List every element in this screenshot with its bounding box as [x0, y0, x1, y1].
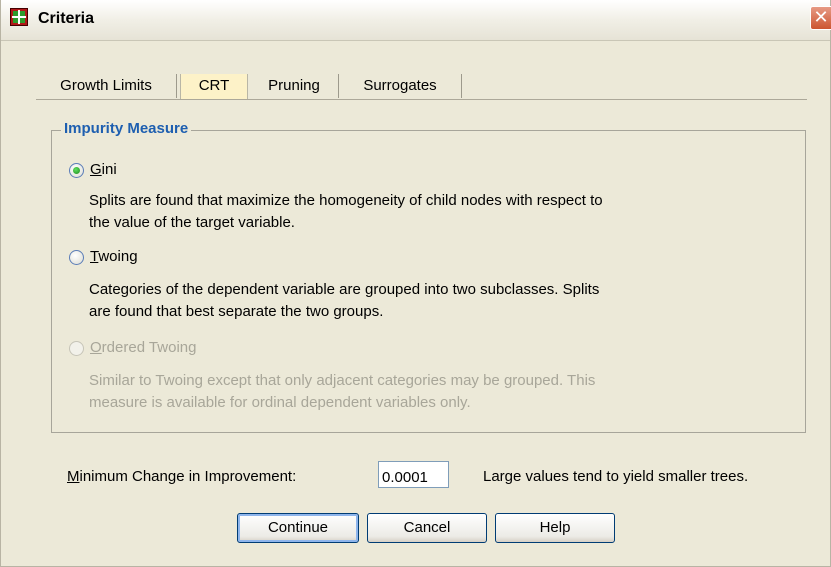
tab-underline	[36, 99, 807, 100]
title-bar[interactable]: Criteria ✕	[1, 0, 831, 41]
close-button[interactable]: ✕	[810, 6, 831, 30]
app-icon	[10, 8, 28, 26]
tab-crt[interactable]: CRT	[180, 74, 248, 99]
tab-divider	[338, 74, 339, 98]
tab-pruning[interactable]: Pruning	[254, 74, 334, 99]
window-title: Criteria	[38, 10, 95, 27]
ordered-twoing-radio	[69, 341, 84, 356]
twoing-label[interactable]: Twoing	[90, 248, 138, 265]
min-change-label: Minimum Change in Improvement:	[67, 468, 297, 485]
cancel-button[interactable]: Cancel	[367, 513, 487, 543]
tab-surrogates[interactable]: Surrogates	[342, 74, 458, 99]
gini-radio[interactable]	[69, 163, 84, 178]
tab-growth-limits[interactable]: Growth Limits	[36, 74, 176, 99]
gini-description: Splits are found that maximize the homog…	[89, 192, 603, 231]
ordered-twoing-description: Similar to Twoing except that only adjac…	[89, 372, 596, 411]
continue-button[interactable]: Continue	[237, 513, 359, 543]
twoing-description: Categories of the dependent variable are…	[89, 281, 600, 320]
help-button[interactable]: Help	[495, 513, 615, 543]
ordered-twoing-label: Ordered Twoing	[90, 339, 197, 356]
min-change-input[interactable]	[378, 461, 449, 488]
tab-divider	[176, 74, 177, 98]
criteria-dialog: Criteria ✕ Growth Limits CRT Pruning Sur…	[0, 0, 831, 567]
twoing-radio[interactable]	[69, 250, 84, 265]
min-change-hint: Large values tend to yield smaller trees…	[483, 468, 749, 485]
impurity-measure-legend: Impurity Measure	[61, 120, 192, 137]
close-icon: ✕	[813, 7, 829, 27]
tab-divider	[461, 74, 462, 98]
gini-label[interactable]: Gini	[90, 161, 117, 178]
